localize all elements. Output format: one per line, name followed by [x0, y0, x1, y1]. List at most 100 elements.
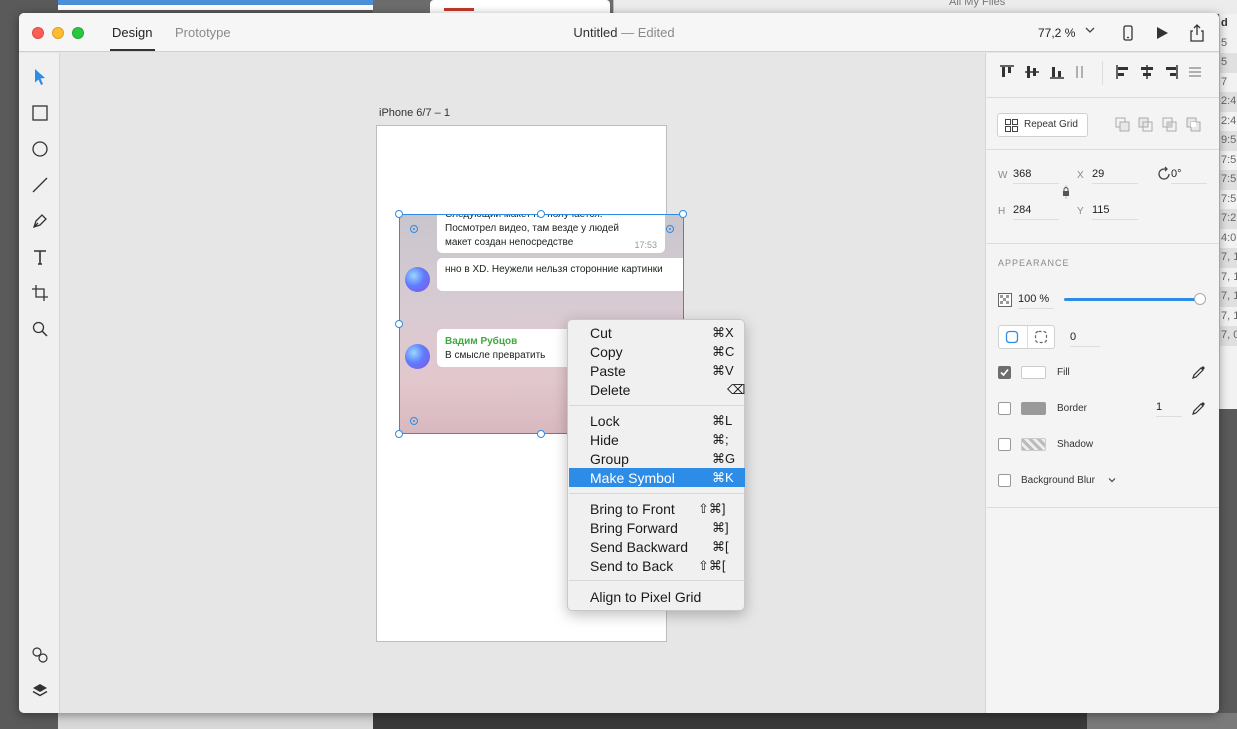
width-field[interactable]: 368: [1013, 166, 1059, 184]
align-bottom-icon[interactable]: [1048, 63, 1066, 81]
select-tool-icon[interactable]: [30, 67, 50, 87]
border-color-swatch[interactable]: [1021, 402, 1046, 415]
background-blur-label[interactable]: Background Blur: [1021, 475, 1095, 486]
shadow-checkbox[interactable]: [998, 438, 1011, 451]
menu-item-align-to-pixel-grid[interactable]: Align to Pixel Grid: [569, 587, 745, 606]
finder-column-cell: 7, 0: [1220, 326, 1237, 346]
finder-column-cell: 2:4: [1221, 114, 1237, 127]
rectangle-tool-icon[interactable]: [30, 103, 50, 123]
corner-radius-handle[interactable]: [666, 225, 674, 233]
resize-handle[interactable]: [395, 320, 403, 328]
individual-corner-icon[interactable]: [1034, 330, 1048, 344]
eyedropper-icon[interactable]: [1191, 364, 1207, 380]
corner-radius-handle[interactable]: [410, 225, 418, 233]
ellipse-tool-icon[interactable]: [30, 139, 50, 159]
chevron-down-icon[interactable]: [1085, 23, 1095, 37]
inspector-divider: [986, 97, 1219, 98]
shadow-color-swatch[interactable]: [1021, 438, 1046, 451]
artboard-tool-icon[interactable]: [30, 283, 50, 303]
resize-handle[interactable]: [537, 210, 545, 218]
rotation-field[interactable]: 0°: [1171, 166, 1207, 184]
distribute-horizontal-icon[interactable]: [1073, 63, 1091, 81]
menu-item-send-backward[interactable]: Send Backward ⌘[: [569, 537, 745, 556]
uniform-corner-icon[interactable]: [1005, 330, 1019, 344]
menu-item-copy[interactable]: Copy ⌘C: [569, 342, 745, 361]
tools-sidebar: [19, 53, 60, 713]
menu-separator: [569, 405, 745, 406]
corner-radius-field[interactable]: 0: [1070, 329, 1100, 347]
divider: [1027, 326, 1028, 348]
artboard-label[interactable]: iPhone 6/7 – 1: [379, 107, 450, 119]
finder-column-cell: 7, 12: [1221, 309, 1237, 322]
chevron-down-icon[interactable]: [1107, 475, 1117, 485]
border-label: Border: [1057, 403, 1088, 414]
finder-column-cell: 5: [1221, 36, 1228, 49]
zoom-level[interactable]: 77,2 %: [1038, 26, 1075, 40]
align-left-icon[interactable]: [1114, 63, 1132, 81]
design-canvas[interactable]: iPhone 6/7 – 1 Следующий макет не получа…: [60, 53, 985, 713]
border-checkbox[interactable]: [998, 402, 1011, 415]
menu-item-hide[interactable]: Hide ⌘;: [569, 430, 745, 449]
layers-icon[interactable]: [30, 681, 50, 701]
resize-handle[interactable]: [537, 430, 545, 438]
distribute-vertical-icon[interactable]: [1186, 63, 1204, 81]
xd-window: Design Prototype Untitled — Edited 77,2 …: [19, 13, 1219, 713]
menu-item-bring-to-front[interactable]: Bring to Front ⇧⌘]: [569, 499, 745, 518]
menu-item-delete[interactable]: Delete ⌫: [569, 380, 745, 399]
background-bottom-left: [58, 713, 373, 729]
resize-handle[interactable]: [679, 210, 687, 218]
align-top-icon[interactable]: [998, 63, 1016, 81]
background-finder-column: d 5 5 7 2:4 2:4 9:5 7:5 7:5 7:5 7:2 4:0 7, 13 7, 13 7…: [1219, 14, 1237, 409]
play-icon[interactable]: [1152, 24, 1172, 42]
resize-handle[interactable]: [395, 430, 403, 438]
x-field[interactable]: 29: [1092, 166, 1138, 184]
menu-item-send-to-back[interactable]: Send to Back ⇧⌘[: [569, 556, 745, 575]
menu-item-make-symbol[interactable]: Make Symbol ⌘K: [569, 468, 745, 487]
height-field[interactable]: 284: [1013, 202, 1059, 220]
menu-item-group[interactable]: Group ⌘G: [569, 449, 745, 468]
finder-column-cell: 7:2: [1220, 209, 1237, 229]
menu-item-cut[interactable]: Cut ⌘X: [569, 323, 745, 342]
corner-radius-handle[interactable]: [410, 417, 418, 425]
boolean-subtract-icon[interactable]: [1138, 117, 1154, 133]
finder-column-cell: 7, 13: [1221, 270, 1237, 283]
menu-separator: [569, 580, 745, 581]
opacity-slider-track[interactable]: [1064, 298, 1200, 301]
inspector-divider: [986, 243, 1219, 244]
eyedropper-icon[interactable]: [1191, 400, 1207, 416]
fill-checkbox[interactable]: [998, 366, 1011, 379]
boolean-add-icon[interactable]: [1115, 117, 1131, 133]
zoom-tool-icon[interactable]: [30, 319, 50, 339]
y-label: Y: [1077, 206, 1084, 217]
align-center-icon[interactable]: [1138, 63, 1156, 81]
y-field[interactable]: 115: [1092, 202, 1138, 220]
fill-color-swatch[interactable]: [1021, 366, 1046, 379]
menu-item-lock[interactable]: Lock ⌘L: [569, 411, 745, 430]
boolean-intersect-icon[interactable]: [1162, 117, 1178, 133]
shadow-label: Shadow: [1057, 439, 1094, 450]
property-inspector: Repeat Grid W 368 X 29 0° H 284 Y 115 AP…: [985, 53, 1219, 713]
lock-proportions-icon[interactable]: [1061, 185, 1071, 199]
menu-item-bring-forward[interactable]: Bring Forward ⌘]: [569, 518, 745, 537]
resize-handle[interactable]: [395, 210, 403, 218]
line-tool-icon[interactable]: [30, 175, 50, 195]
corner-radius-mode: [998, 325, 1055, 349]
symbols-icon[interactable]: [30, 645, 50, 665]
repeat-grid-icon: [1005, 119, 1018, 132]
align-right-icon[interactable]: [1162, 63, 1180, 81]
fill-label: Fill: [1057, 367, 1070, 378]
background-window-left: [58, 0, 373, 10]
opacity-field[interactable]: 100 %: [1018, 291, 1054, 309]
pen-tool-icon[interactable]: [30, 211, 50, 231]
share-icon[interactable]: [1187, 24, 1207, 42]
menu-item-paste[interactable]: Paste ⌘V: [569, 361, 745, 380]
rotate-icon: [1156, 166, 1172, 182]
opacity-slider-knob[interactable]: [1194, 293, 1206, 305]
boolean-exclude-icon[interactable]: [1186, 117, 1202, 133]
text-tool-icon[interactable]: [30, 247, 50, 267]
repeat-grid-button[interactable]: Repeat Grid: [997, 113, 1088, 137]
device-preview-icon[interactable]: [1118, 24, 1138, 42]
border-width-field[interactable]: 1: [1156, 399, 1182, 417]
background-blur-checkbox[interactable]: [998, 474, 1011, 487]
align-middle-icon[interactable]: [1023, 63, 1041, 81]
